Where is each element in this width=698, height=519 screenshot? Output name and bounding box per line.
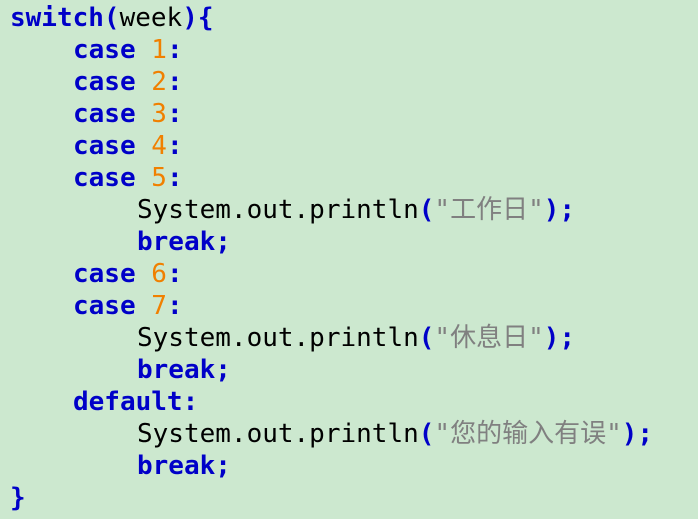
- close-paren: ): [182, 3, 198, 33]
- case-value: 3: [151, 99, 167, 129]
- code-line-case-5: case 5:: [10, 162, 698, 194]
- semicolon: ;: [215, 227, 231, 257]
- break-keyword: break: [137, 227, 216, 257]
- open-paren: (: [418, 419, 435, 449]
- close-paren: ): [543, 195, 560, 225]
- print-call: System.out.println: [137, 419, 419, 449]
- case-value: 2: [151, 67, 167, 97]
- code-line-break: break;: [10, 354, 698, 386]
- case-value: 1: [151, 35, 167, 65]
- code-line-case-2: case 2:: [10, 66, 698, 98]
- colon: :: [166, 291, 183, 321]
- semicolon: ;: [559, 323, 576, 353]
- switch-keyword: switch: [10, 3, 104, 33]
- code-line-close-brace: }: [10, 482, 698, 514]
- close-paren: ): [543, 323, 560, 353]
- open-paren: (: [103, 3, 120, 33]
- case-value: 7: [151, 291, 167, 321]
- colon: :: [166, 67, 183, 97]
- code-line-print-error: System.out.println("您的输入有误");: [10, 418, 698, 450]
- case-value: 6: [151, 259, 167, 289]
- code-line-case-1: case 1:: [10, 34, 698, 66]
- print-call: System.out.println: [137, 323, 419, 353]
- code-line-case-4: case 4:: [10, 130, 698, 162]
- close-brace: }: [10, 483, 26, 513]
- colon: :: [166, 163, 183, 193]
- semicolon: ;: [215, 355, 231, 385]
- code-line-case-7: case 7:: [10, 290, 698, 322]
- code-line-case-6: case 6:: [10, 258, 698, 290]
- code-line-print-rest: System.out.println("休息日");: [10, 322, 698, 354]
- string-literal: "工作日": [434, 195, 544, 225]
- break-keyword: break: [137, 451, 216, 481]
- code-line-switch: switch(week){: [10, 2, 698, 34]
- code-editor[interactable]: switch(week){ case 1: case 2: case 3: ca…: [0, 0, 698, 519]
- colon: :: [182, 387, 199, 417]
- print-call: System.out.println: [137, 195, 419, 225]
- code-line-default: default:: [10, 386, 698, 418]
- code-line-break: break;: [10, 226, 698, 258]
- code-line-print-workday: System.out.println("工作日");: [10, 194, 698, 226]
- case-value: 5: [151, 163, 167, 193]
- colon: :: [166, 259, 183, 289]
- string-literal: "休息日": [434, 323, 544, 353]
- semicolon: ;: [559, 195, 576, 225]
- open-brace: {: [197, 3, 214, 33]
- case-keyword: case: [73, 35, 136, 65]
- break-keyword: break: [137, 355, 216, 385]
- case-keyword: case: [73, 67, 136, 97]
- semicolon: ;: [215, 451, 231, 481]
- colon: :: [166, 99, 183, 129]
- case-keyword: case: [73, 259, 136, 289]
- semicolon: ;: [637, 419, 654, 449]
- colon: :: [166, 131, 183, 161]
- default-keyword: default: [73, 387, 183, 417]
- switch-argument: week: [119, 3, 183, 33]
- code-line-case-3: case 3:: [10, 98, 698, 130]
- colon: :: [166, 35, 183, 65]
- case-keyword: case: [73, 99, 136, 129]
- case-value: 4: [151, 131, 167, 161]
- open-paren: (: [418, 195, 435, 225]
- code-line-break: break;: [10, 450, 698, 482]
- close-paren: ): [621, 419, 638, 449]
- case-keyword: case: [73, 163, 136, 193]
- case-keyword: case: [73, 131, 136, 161]
- string-literal: "您的输入有误": [434, 419, 622, 449]
- case-keyword: case: [73, 291, 136, 321]
- open-paren: (: [418, 323, 435, 353]
